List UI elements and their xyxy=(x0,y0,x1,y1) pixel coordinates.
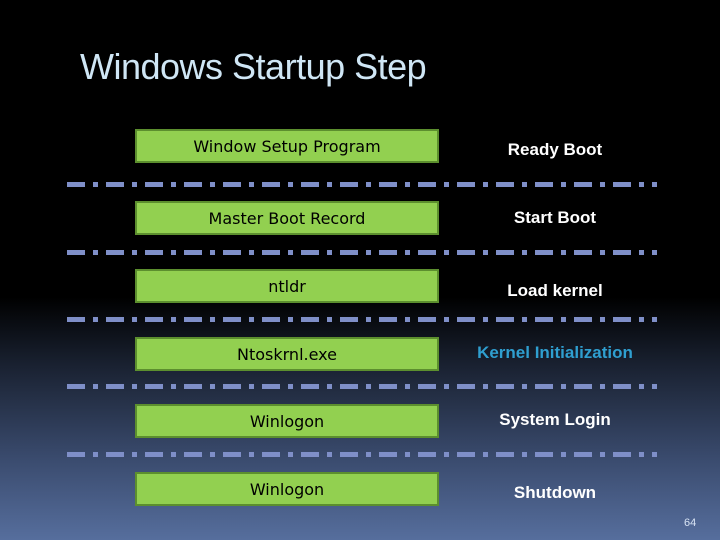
dash-dot-divider xyxy=(67,317,657,322)
step-component-box: ntldr xyxy=(135,269,439,303)
step-component-box: Window Setup Program xyxy=(135,129,439,163)
dash-dot-divider xyxy=(67,250,657,255)
step-stage-label: Start Boot xyxy=(513,208,597,227)
slide-title: Windows Startup Step xyxy=(80,46,427,87)
step-stage-label: System Login xyxy=(499,410,611,429)
step-stage-label: Load kernel xyxy=(507,281,603,300)
step-component-box: Master Boot Record xyxy=(135,201,439,235)
dash-dot-divider xyxy=(67,452,657,457)
page-number: 64 xyxy=(684,517,697,529)
step-stage-label: Shutdown xyxy=(513,483,597,502)
dash-dot-divider xyxy=(67,182,657,187)
step-component-box: Winlogon xyxy=(135,472,439,506)
step-component-box: Winlogon xyxy=(135,404,439,438)
dash-dot-divider xyxy=(67,384,657,389)
step-component-box: Ntoskrnl.exe xyxy=(135,337,439,371)
step-stage-label-highlighted: Kernel Initialization xyxy=(477,343,633,362)
step-stage-label: Ready Boot xyxy=(507,140,603,159)
